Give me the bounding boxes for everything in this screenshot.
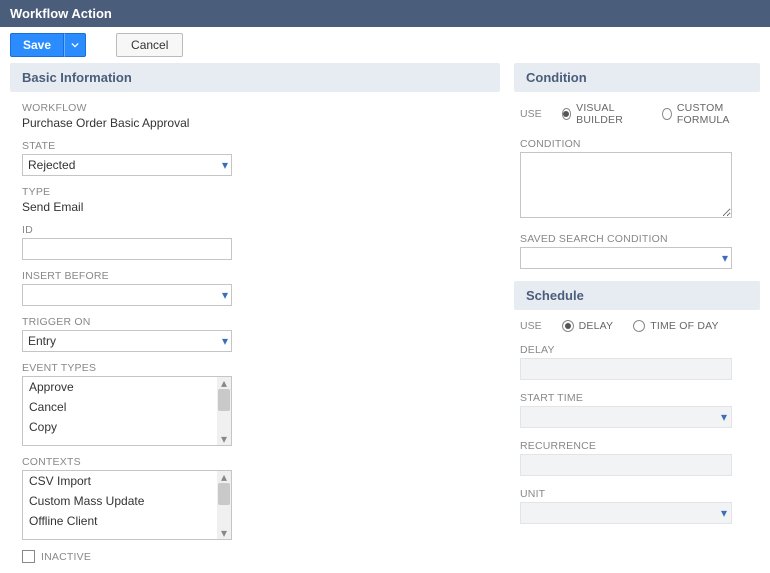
radio-icon — [662, 108, 672, 120]
radio-icon — [562, 320, 574, 332]
trigger-on-label: TRIGGER ON — [22, 316, 488, 328]
radio-label: TIME OF DAY — [650, 320, 719, 332]
saved-search-value — [520, 247, 732, 269]
chevron-down-icon — [71, 41, 79, 49]
condition-label: CONDITION — [520, 138, 754, 150]
id-label: ID — [22, 224, 488, 236]
insert-before-label: INSERT BEFORE — [22, 270, 488, 282]
inactive-checkbox[interactable] — [22, 550, 35, 563]
inactive-label: INACTIVE — [41, 551, 91, 563]
recurrence-label: RECURRENCE — [520, 440, 754, 452]
schedule-use-label: USE — [520, 320, 542, 332]
contexts-multiselect[interactable]: CSV Import Custom Mass Update Offline Cl… — [22, 470, 232, 540]
chevron-down-icon: ▾ — [721, 410, 727, 424]
list-item[interactable]: Custom Mass Update — [23, 491, 231, 511]
insert-before-select[interactable]: ▾ — [22, 284, 232, 306]
radio-label: CUSTOM FORMULA — [677, 102, 754, 126]
workflow-value: Purchase Order Basic Approval — [22, 116, 488, 130]
page-title: Workflow Action — [0, 0, 770, 27]
trigger-on-select[interactable]: Entry ▾ — [22, 330, 232, 352]
insert-before-value — [22, 284, 232, 306]
use-delay-option[interactable]: DELAY — [562, 320, 614, 332]
radio-icon — [633, 320, 645, 332]
type-label: TYPE — [22, 186, 488, 198]
delay-label: DELAY — [520, 344, 754, 356]
basic-section-title: Basic Information — [10, 63, 500, 92]
list-item[interactable]: CSV Import — [23, 471, 231, 491]
save-button[interactable]: Save — [10, 33, 64, 57]
condition-section-title: Condition — [514, 63, 760, 92]
basic-information-panel: Basic Information WORKFLOW Purchase Orde… — [10, 63, 500, 563]
list-item[interactable]: Cancel — [23, 397, 231, 417]
start-time-select[interactable]: ▾ — [520, 406, 732, 428]
scroll-up-icon[interactable]: ▴ — [217, 471, 231, 483]
start-time-label: START TIME — [520, 392, 754, 404]
list-item[interactable]: Approve — [23, 377, 231, 397]
cancel-button[interactable]: Cancel — [116, 33, 183, 57]
type-value: Send Email — [22, 200, 488, 214]
use-visual-builder-option[interactable]: VISUAL BUILDER — [562, 102, 643, 126]
save-split-button: Save — [10, 33, 86, 57]
trigger-on-value: Entry — [22, 330, 232, 352]
delay-input[interactable] — [520, 358, 732, 380]
toolbar: Save Cancel — [0, 27, 770, 63]
scrollbar[interactable]: ▴ ▾ — [217, 471, 231, 539]
condition-panel: Condition USE VISUAL BUILDER CUSTOM FORM… — [514, 63, 760, 269]
saved-search-label: SAVED SEARCH CONDITION — [520, 233, 754, 245]
condition-textarea[interactable] — [520, 152, 732, 218]
radio-label: DELAY — [579, 320, 614, 332]
save-dropdown-button[interactable] — [64, 33, 86, 57]
radio-label: VISUAL BUILDER — [576, 102, 642, 126]
unit-select[interactable]: ▾ — [520, 502, 732, 524]
state-select[interactable]: Rejected ▾ — [22, 154, 232, 176]
radio-icon — [562, 108, 572, 120]
event-types-multiselect[interactable]: Approve Cancel Copy ▴ ▾ — [22, 376, 232, 446]
scroll-down-icon[interactable]: ▾ — [217, 433, 231, 445]
use-time-of-day-option[interactable]: TIME OF DAY — [633, 320, 719, 332]
event-types-label: EVENT TYPES — [22, 362, 488, 374]
schedule-panel: Schedule USE DELAY TIME OF DAY DELAY STA… — [514, 281, 760, 524]
unit-label: UNIT — [520, 488, 754, 500]
schedule-section-title: Schedule — [514, 281, 760, 310]
contexts-label: CONTEXTS — [22, 456, 488, 468]
recurrence-input[interactable] — [520, 454, 732, 476]
condition-use-label: USE — [520, 108, 542, 120]
state-label: STATE — [22, 140, 488, 152]
scroll-down-icon[interactable]: ▾ — [217, 527, 231, 539]
scroll-up-icon[interactable]: ▴ — [217, 377, 231, 389]
workflow-label: WORKFLOW — [22, 102, 488, 114]
list-item[interactable]: Copy — [23, 417, 231, 437]
chevron-down-icon: ▾ — [721, 506, 727, 520]
scrollbar[interactable]: ▴ ▾ — [217, 377, 231, 445]
use-custom-formula-option[interactable]: CUSTOM FORMULA — [662, 102, 754, 126]
id-input[interactable] — [22, 238, 232, 260]
list-item[interactable]: Offline Client — [23, 511, 231, 531]
state-select-value: Rejected — [22, 154, 232, 176]
saved-search-select[interactable]: ▾ — [520, 247, 732, 269]
